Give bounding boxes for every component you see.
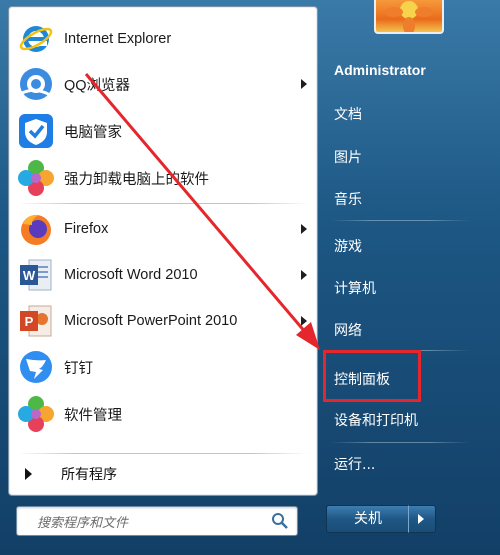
submenu-arrow-icon[interactable]	[301, 79, 307, 89]
music-label: 音乐	[334, 192, 362, 208]
submenu-arrow-icon[interactable]	[301, 224, 307, 234]
documents-label: 文档	[334, 107, 362, 123]
program-label: 钉钉	[64, 360, 93, 377]
program-internet-explorer[interactable]: Internet Explorer	[9, 16, 317, 62]
user-name-link[interactable]: Administrator	[324, 56, 474, 86]
search-placeholder: 搜索程序和文件	[37, 516, 129, 531]
dingtalk-icon	[20, 351, 52, 383]
programs-pane: Internet Explorer QQ浏览器 电脑管家 强力卸载电脑上的软件 …	[8, 6, 318, 496]
svg-text:W: W	[23, 268, 36, 283]
program-label: 强力卸载电脑上的软件	[64, 171, 209, 188]
program-label: Microsoft Word 2010	[64, 267, 198, 283]
user-avatar[interactable]	[374, 0, 444, 34]
program-qq-browser[interactable]: QQ浏览器	[9, 61, 317, 107]
control-panel-highlight	[323, 350, 421, 402]
program-software-manager[interactable]: 软件管理	[9, 391, 317, 437]
qq-browser-icon	[20, 68, 52, 100]
games-label: 游戏	[334, 239, 362, 255]
firefox-icon	[21, 214, 51, 245]
program-label: Microsoft PowerPoint 2010	[64, 313, 238, 329]
word-icon: W	[20, 259, 52, 291]
program-label: Firefox	[64, 221, 109, 237]
run-label: 运行...	[334, 457, 376, 473]
program-uninstall-software[interactable]: 强力卸载电脑上的软件	[9, 155, 317, 201]
start-menu: Internet Explorer QQ浏览器 电脑管家 强力卸载电脑上的软件 …	[0, 0, 500, 555]
program-label: 电脑管家	[64, 124, 122, 141]
games-link[interactable]: 游戏	[324, 230, 474, 260]
devices-printers-label: 设备和打印机	[334, 413, 418, 429]
pictures-label: 图片	[334, 150, 362, 166]
svg-text:P: P	[25, 314, 34, 329]
computer-label: 计算机	[334, 281, 376, 297]
submenu-arrow-icon[interactable]	[301, 270, 307, 280]
submenu-arrow-icon[interactable]	[301, 316, 307, 326]
flower-picture-icon	[385, 1, 433, 32]
shutdown-button[interactable]: 关机	[326, 505, 410, 533]
shutdown-options-button[interactable]	[408, 505, 436, 533]
search-input[interactable]: 搜索程序和文件	[16, 506, 298, 536]
computer-link[interactable]: 计算机	[324, 272, 474, 302]
program-label: Internet Explorer	[64, 31, 172, 47]
devices-printers-link[interactable]: 设备和打印机	[324, 404, 474, 434]
music-link[interactable]: 音乐	[324, 183, 474, 213]
program-label: 软件管理	[64, 407, 122, 424]
powerpoint-icon: P	[20, 305, 52, 337]
network-link[interactable]: 网络	[324, 314, 474, 344]
documents-link[interactable]: 文档	[324, 98, 474, 128]
program-powerpoint-2010[interactable]: P Microsoft PowerPoint 2010	[9, 298, 317, 344]
all-programs-separator	[17, 453, 309, 454]
program-pc-manager[interactable]: 电脑管家	[9, 108, 317, 154]
search-icon[interactable]	[271, 512, 289, 530]
program-word-2010[interactable]: W Microsoft Word 2010	[9, 252, 317, 298]
right-separator	[330, 442, 470, 443]
program-dingtalk[interactable]: 钉钉	[9, 344, 317, 390]
all-programs-label: 所有程序	[61, 467, 117, 483]
software-manager-icon	[18, 396, 54, 432]
internet-explorer-icon	[19, 26, 53, 52]
run-link[interactable]: 运行...	[324, 448, 474, 478]
expand-arrow-icon	[25, 468, 32, 480]
uninstall-software-icon	[18, 160, 54, 196]
arrow-right-icon	[418, 514, 424, 524]
pc-manager-icon	[19, 114, 53, 148]
right-separator	[330, 220, 470, 221]
pinned-separator	[17, 203, 309, 204]
program-firefox[interactable]: Firefox	[9, 206, 317, 252]
all-programs-button[interactable]: 所有程序	[9, 458, 317, 490]
network-label: 网络	[334, 323, 362, 339]
program-label: QQ浏览器	[64, 77, 131, 94]
pictures-link[interactable]: 图片	[324, 141, 474, 171]
user-name: Administrator	[334, 62, 426, 78]
